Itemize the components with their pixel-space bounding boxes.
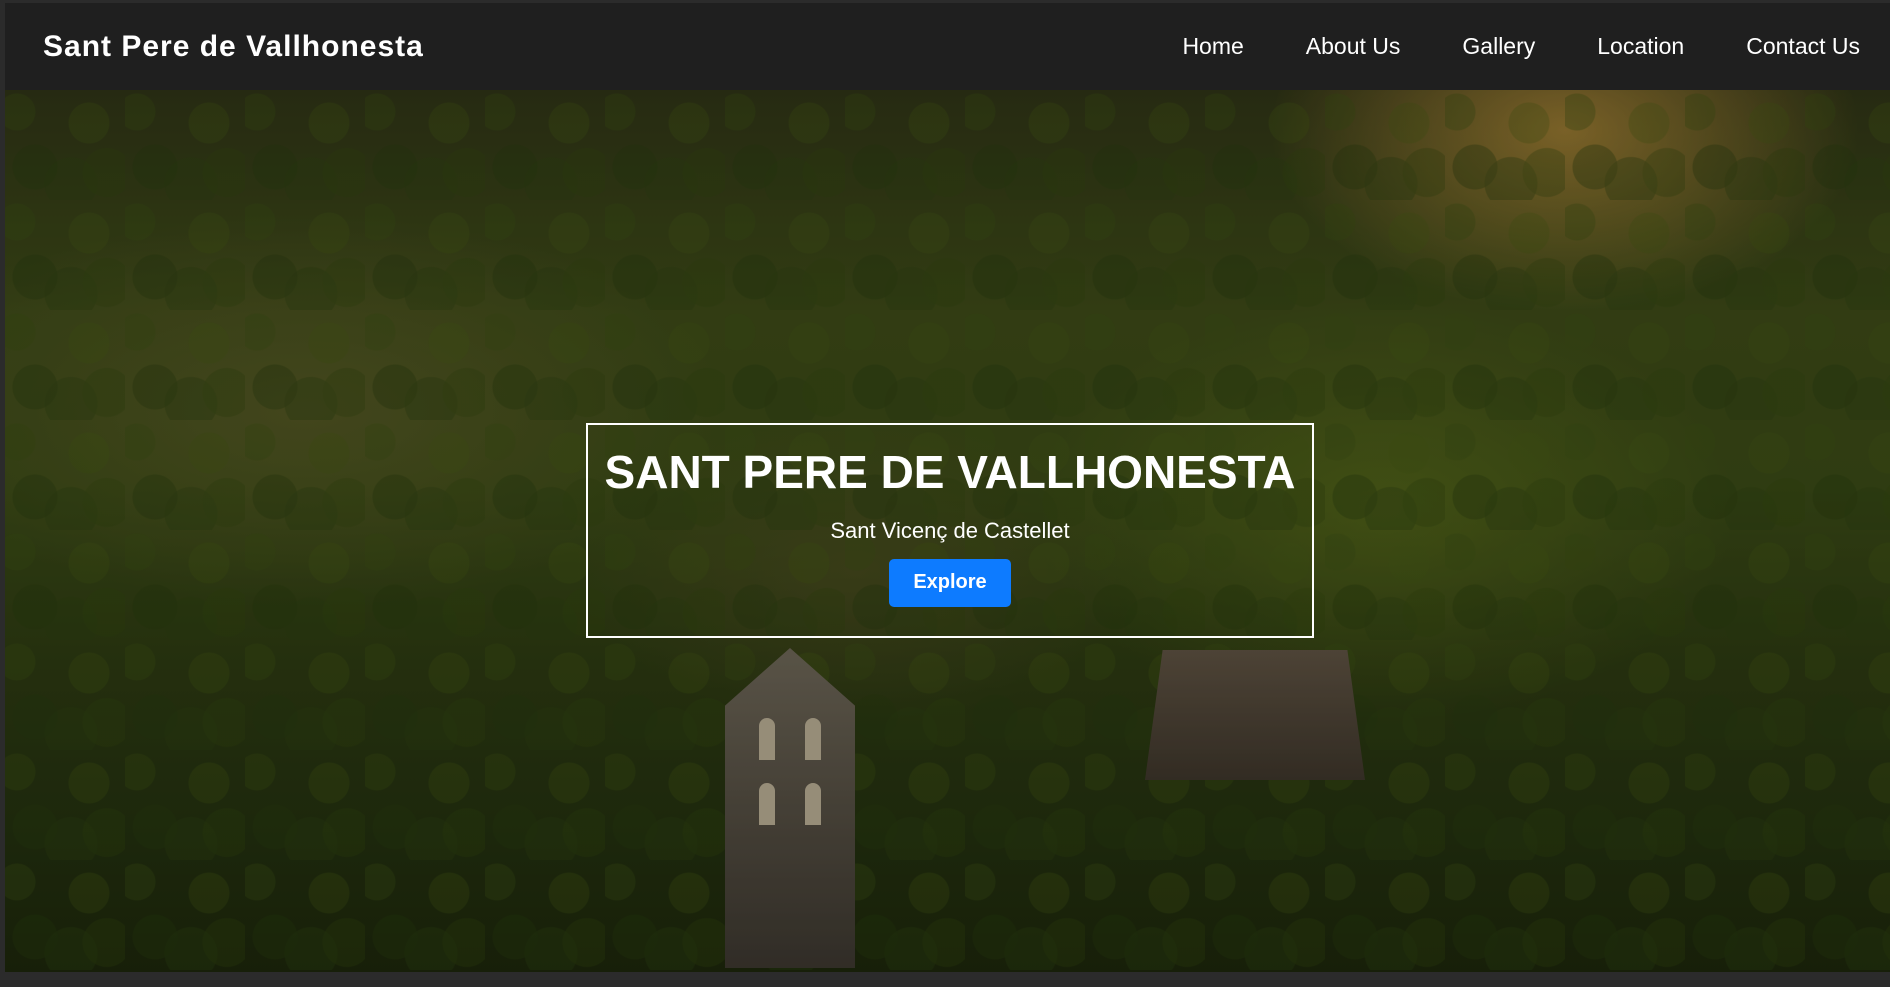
page-frame: Sant Pere de Vallhonesta Home About Us G… bbox=[0, 0, 1890, 987]
nav-link-contact-us[interactable]: Contact Us bbox=[1746, 33, 1860, 60]
hero-section: SANT PERE DE VALLHONESTA Sant Vicenç de … bbox=[5, 90, 1890, 972]
top-navbar: Sant Pere de Vallhonesta Home About Us G… bbox=[5, 3, 1890, 90]
hero-caption-box: SANT PERE DE VALLHONESTA Sant Vicenç de … bbox=[586, 423, 1314, 638]
nav-link-about-us[interactable]: About Us bbox=[1306, 33, 1401, 60]
nav-link-location[interactable]: Location bbox=[1597, 33, 1684, 60]
hero-title: SANT PERE DE VALLHONESTA bbox=[604, 446, 1296, 498]
nav-links: Home About Us Gallery Location Contact U… bbox=[1182, 33, 1860, 60]
site-brand[interactable]: Sant Pere de Vallhonesta bbox=[43, 30, 424, 64]
hero-subtitle: Sant Vicenç de Castellet bbox=[830, 517, 1070, 543]
nav-link-gallery[interactable]: Gallery bbox=[1462, 33, 1535, 60]
explore-button[interactable]: Explore bbox=[889, 558, 1011, 607]
nav-link-home[interactable]: Home bbox=[1182, 33, 1243, 60]
